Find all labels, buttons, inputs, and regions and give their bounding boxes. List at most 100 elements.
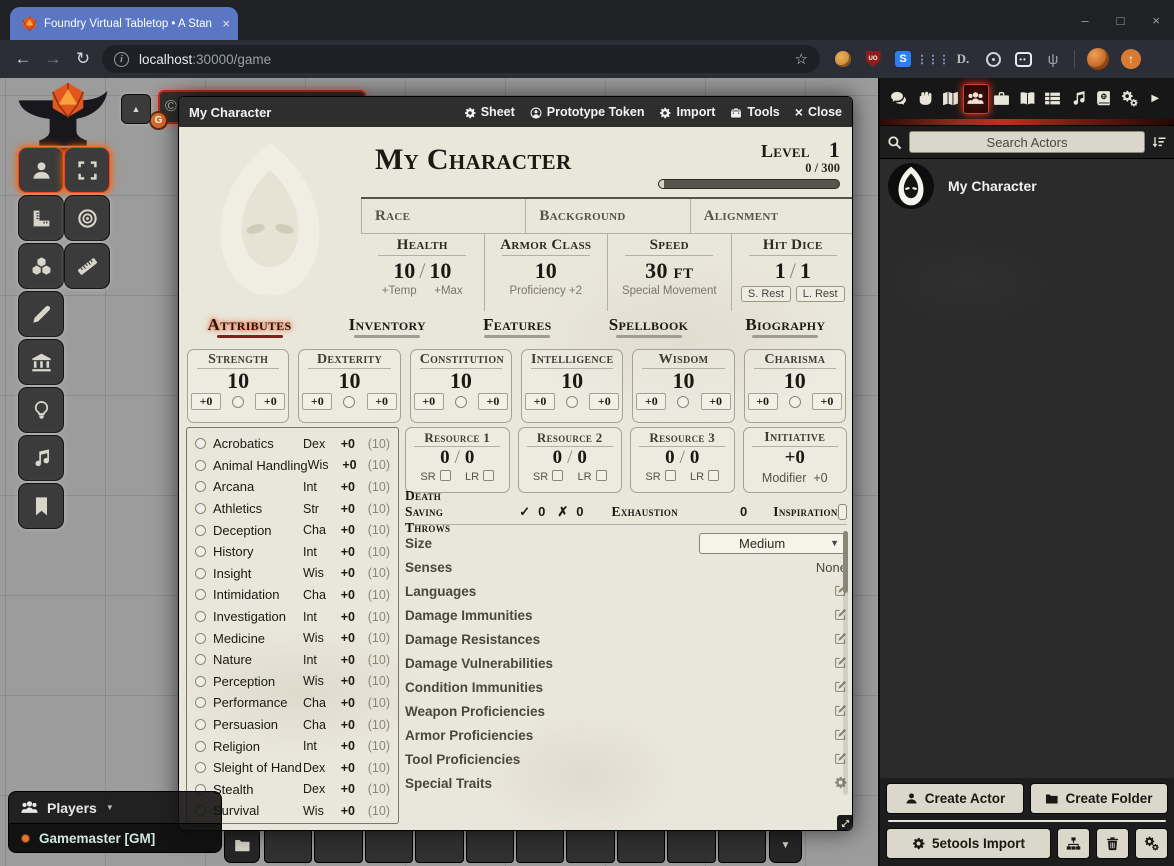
spellbook[interactable]: Spellbook [609, 315, 689, 338]
5etools-import-button[interactable]: 5etools Import [886, 828, 1051, 859]
delete-button[interactable] [1096, 828, 1129, 859]
grid-extension-icon[interactable]: ⋮⋮⋮ [924, 50, 942, 68]
skill-name[interactable]: Arcana [213, 479, 303, 494]
skill-name[interactable]: Perception [213, 674, 303, 689]
token-controls[interactable] [18, 147, 64, 193]
settings-button[interactable] [1135, 828, 1168, 859]
survival[interactable]: Survival Wis +0 (10) [195, 800, 390, 822]
cookie-extension-icon[interactable] [834, 50, 852, 68]
controls-collapse-button[interactable]: ▲ [121, 94, 151, 124]
d-extension-icon[interactable]: D. [954, 50, 972, 68]
initiative-value[interactable]: +0 [744, 447, 847, 469]
hit-dice-value-row[interactable]: 1/1 [732, 258, 854, 284]
players-header[interactable]: Players ▼ [9, 792, 221, 823]
character-portrait[interactable] [179, 127, 361, 311]
tab-combat[interactable] [912, 84, 938, 114]
macro-slot[interactable] [415, 827, 463, 863]
attributes[interactable]: Attributes [208, 315, 292, 338]
ability-save-mod[interactable]: +0 [525, 393, 555, 410]
macro-slot[interactable] [466, 827, 514, 863]
medicine[interactable]: Medicine Wis +0 (10) [195, 627, 390, 649]
ability-score-input[interactable]: 10 [745, 369, 845, 393]
tab-compendium[interactable] [1091, 84, 1117, 114]
actor-name[interactable]: My Character [948, 178, 1037, 194]
skill-name[interactable]: Athletics [213, 501, 303, 516]
resource-label[interactable]: Resource 1 [414, 430, 500, 447]
religion[interactable]: Religion Int +0 (10) [195, 735, 390, 757]
check-icon[interactable]: ✓ [519, 504, 530, 520]
tools[interactable]: Tools [730, 105, 779, 119]
lr-checkbox[interactable] [483, 470, 494, 481]
persuasion[interactable]: Persuasion Cha +0 (10) [195, 714, 390, 736]
inspiration-checkbox[interactable] [838, 504, 847, 520]
ability-save-mod[interactable]: +0 [191, 393, 221, 410]
macro-slot[interactable] [314, 827, 362, 863]
skill-proficiency-radio[interactable] [195, 611, 206, 622]
insight[interactable]: Insight Wis +0 (10) [195, 563, 390, 585]
maximize-button[interactable]: □ [1117, 13, 1125, 28]
eye-extension-icon[interactable] [984, 50, 1002, 68]
skill-proficiency-radio[interactable] [195, 568, 206, 579]
macro-slot[interactable] [617, 827, 665, 863]
sr-checkbox[interactable] [665, 470, 676, 481]
skill-proficiency-radio[interactable] [195, 438, 206, 449]
lr-checkbox[interactable] [596, 470, 607, 481]
hotbar-page-down-button[interactable]: ▼ [769, 827, 802, 863]
skill-name[interactable]: Intimidation [213, 587, 303, 602]
skill-name[interactable]: Acrobatics [213, 436, 303, 451]
skill-name[interactable]: Animal Handling [213, 458, 308, 473]
resource-value-row[interactable]: 0/0 [406, 447, 509, 469]
detail-field[interactable]: Alignment [690, 199, 853, 233]
short-rest-button[interactable]: S. Rest [741, 286, 791, 302]
ability-score-input[interactable]: 10 [633, 369, 733, 393]
fork-extension-icon[interactable]: ψ [1044, 50, 1062, 68]
deception[interactable]: Deception Cha +0 (10) [195, 519, 390, 541]
features[interactable]: Features [483, 315, 552, 338]
proficiency-radio[interactable] [789, 396, 801, 408]
skill-proficiency-radio[interactable] [195, 589, 206, 600]
macro-slot[interactable] [566, 827, 614, 863]
ability-score-input[interactable]: 10 [411, 369, 511, 393]
macro-slot[interactable] [264, 827, 312, 863]
sleight-of-hand[interactable]: Sleight of Hand Dex +0 (10) [195, 757, 390, 779]
sr-checkbox[interactable] [552, 470, 563, 481]
skill-proficiency-radio[interactable] [195, 741, 206, 752]
ability-save-mod[interactable]: +0 [748, 393, 778, 410]
tile-controls[interactable] [18, 243, 64, 289]
s-extension-icon[interactable]: S [894, 50, 912, 68]
create-actor-button[interactable]: Create Actor [886, 783, 1024, 814]
forward-button[interactable]: → [38, 49, 68, 69]
address-bar[interactable]: i localhost:30000/game ☆ [102, 45, 820, 73]
skill-proficiency-radio[interactable] [195, 719, 206, 730]
arcana[interactable]: Arcana Int +0 (10) [195, 476, 390, 498]
x-icon[interactable]: ✗ [557, 504, 568, 520]
acrobatics[interactable]: Acrobatics Dex +0 (10) [195, 433, 390, 455]
bookmark-star-icon[interactable]: ☆ [795, 50, 808, 68]
ability-check-mod[interactable]: +0 [701, 393, 731, 410]
sheet-scrollbar[interactable] [843, 531, 848, 795]
tab-actors[interactable] [963, 84, 989, 114]
perception[interactable]: Perception Wis +0 (10) [195, 671, 390, 693]
sound-controls[interactable] [18, 435, 64, 481]
history[interactable]: History Int +0 (10) [195, 541, 390, 563]
site-info-icon[interactable]: i [114, 52, 129, 67]
sort-icon[interactable] [1152, 135, 1167, 150]
ability-check-mod[interactable]: +0 [367, 393, 397, 410]
ublock-extension-icon[interactable]: UO [864, 50, 882, 68]
tab-items[interactable] [989, 84, 1015, 114]
skill-name[interactable]: Nature [213, 652, 303, 667]
tab-close-icon[interactable]: × [222, 16, 230, 31]
back-button[interactable]: ← [8, 49, 38, 69]
ability-save-mod[interactable]: +0 [302, 393, 332, 410]
skill-name[interactable]: History [213, 544, 303, 559]
athletics[interactable]: Athletics Str +0 (10) [195, 498, 390, 520]
xp-text[interactable]: 0 / 300 [640, 161, 840, 176]
skill-proficiency-radio[interactable] [195, 525, 206, 536]
animal-handling[interactable]: Animal Handling Wis +0 (10) [195, 455, 390, 477]
skill-name[interactable]: Medicine [213, 631, 303, 646]
skill-proficiency-radio[interactable] [195, 697, 206, 708]
level-value[interactable]: 1 [829, 137, 840, 162]
skill-name[interactable]: Religion [213, 739, 303, 754]
skill-proficiency-radio[interactable] [195, 762, 206, 773]
proficiency-radio[interactable] [232, 396, 244, 408]
